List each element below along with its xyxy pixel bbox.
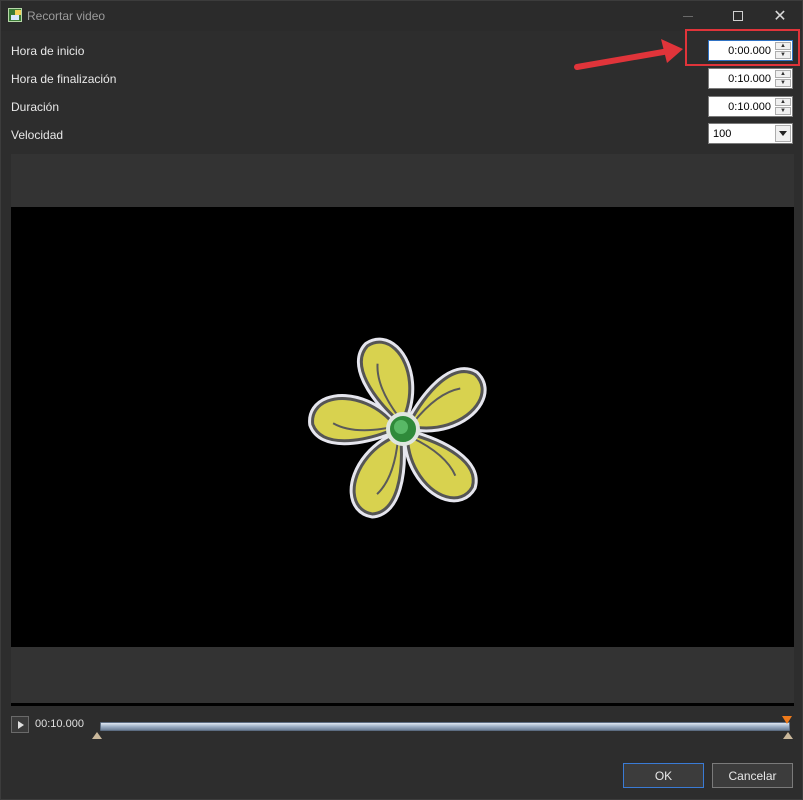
red-arrow-icon [574,39,683,70]
minimize-icon [683,15,693,17]
ok-button[interactable]: OK [623,763,704,788]
duration-field[interactable]: ▲ ▼ [708,96,793,117]
current-time: 00:10.000 [35,718,84,730]
flower-image [308,337,487,519]
cancel-button[interactable]: Cancelar [712,763,793,788]
play-button[interactable] [11,716,29,733]
duration-spinner[interactable]: ▲ ▼ [775,98,791,115]
end-time-label: Hora de finalización [11,72,117,86]
end-time-spinner[interactable]: ▲ ▼ [775,70,791,87]
spin-up-icon[interactable]: ▲ [775,70,791,78]
spin-up-icon[interactable]: ▲ [775,98,791,106]
spin-down-icon[interactable]: ▼ [775,107,791,115]
maximize-icon [733,11,743,21]
play-icon [18,720,24,729]
maximize-button[interactable] [715,1,761,31]
close-icon: ✕ [773,8,787,25]
trim-end-handle[interactable] [783,732,793,739]
speed-select[interactable]: 100 [708,123,793,144]
dropdown-button[interactable] [775,125,791,142]
video-preview [11,207,794,647]
end-time-input[interactable] [709,69,775,88]
duration-label: Duración [11,100,60,114]
app-icon [8,8,22,22]
close-button[interactable]: ✕ [757,1,803,31]
speed-label: Velocidad [11,128,64,142]
end-time-field[interactable]: ▲ ▼ [708,68,793,89]
trim-video-dialog: Recortar video ✕ Hora de inicio ▲ ▼ Hora… [0,0,803,800]
start-time-label: Hora de inicio [11,44,85,58]
title-bar: Recortar video ✕ [1,1,802,31]
duration-input[interactable] [709,97,775,116]
window-title: Recortar video [27,9,106,23]
minimize-button[interactable] [665,1,711,31]
speed-value: 100 [713,128,732,140]
annotation-highlight-box [685,29,800,66]
preview-divider [11,703,794,706]
chevron-down-icon [779,131,787,136]
playhead-handle[interactable] [782,716,792,724]
trim-start-handle[interactable] [92,732,102,739]
timeline-track[interactable] [100,722,790,731]
spin-down-icon[interactable]: ▼ [775,79,791,87]
